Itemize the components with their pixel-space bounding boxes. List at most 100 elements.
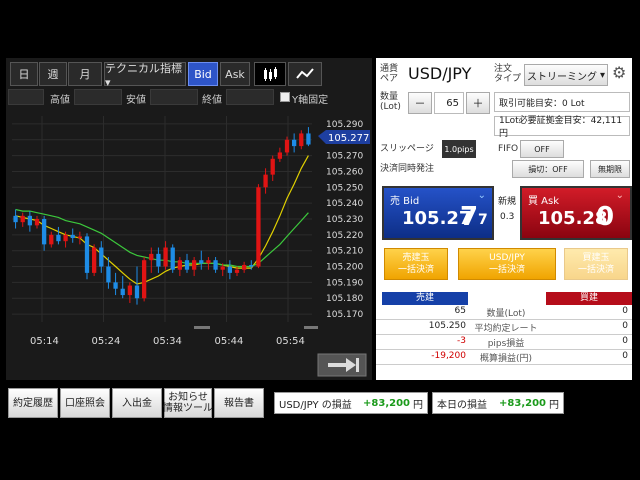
position-sell-value: 65 <box>454 306 466 316</box>
quantity-decrement-button[interactable]: － <box>408 92 432 114</box>
fifo-toggle[interactable]: OFF <box>520 140 564 158</box>
position-sell-value: -3 <box>457 336 466 346</box>
order-type-select[interactable]: ストリーミング ▾ <box>524 64 608 86</box>
candle <box>84 233 90 280</box>
quantity-increment-button[interactable]: ＋ <box>466 92 490 114</box>
position-buy-value: 0 <box>622 351 628 361</box>
next-page-button[interactable] <box>317 353 367 377</box>
pair-pl-unit: 円 <box>413 399 423 411</box>
candle-body <box>177 260 182 270</box>
candle-body <box>227 266 232 273</box>
candlestick-chart-button[interactable] <box>254 62 286 86</box>
settle-all-sell-button[interactable]: 売建玉 一括決済 <box>384 248 448 280</box>
open-value-box <box>8 89 44 105</box>
pair-pl-box: USD/JPY の損益 +83,200 円 <box>274 392 428 414</box>
candle-body <box>213 260 218 270</box>
pair-pl-value: +83,200 <box>363 397 410 409</box>
tab-deposit-withdraw[interactable]: 入出金 <box>112 388 162 418</box>
line-chart-button[interactable] <box>288 62 322 86</box>
position-row: -3 pips損益 0 <box>376 336 632 350</box>
settle-pair-line1: USD/JPY <box>489 253 525 263</box>
position-table: 65 数量(Lot) 0 105.250 平均約定レート 0 -3 pips損益 0 -19,20… <box>376 306 632 366</box>
position-buy-value: 0 <box>622 321 628 331</box>
scroll-indicator-right[interactable] <box>304 326 318 329</box>
candle-body <box>99 247 104 267</box>
tab-trade-history[interactable]: 約定履歴 <box>8 388 58 418</box>
expiry-toggle[interactable]: 無期限 <box>590 160 630 178</box>
slippage-value[interactable]: 1.0pips <box>442 140 476 158</box>
candle-body <box>63 234 68 242</box>
candle-body <box>120 288 125 296</box>
candle-body <box>20 215 25 223</box>
plot-background <box>8 110 370 380</box>
x-tick-label: 05:34 <box>153 336 182 347</box>
x-tick-label: 05:54 <box>276 336 305 347</box>
bid-toggle[interactable]: Bid <box>188 62 218 86</box>
candle-body <box>49 234 54 245</box>
position-header-buy: 買建 <box>546 292 632 305</box>
settle-sell-line2: 一括決済 <box>397 265 434 275</box>
candle-body <box>106 266 111 283</box>
x-tick-label: 05:44 <box>215 336 244 347</box>
y-tick-label: 105.240 <box>326 199 363 209</box>
x-tick-label: 05:14 <box>30 336 59 347</box>
period-day-button[interactable]: 日 <box>10 62 38 86</box>
ask-toggle[interactable]: Ask <box>220 62 250 86</box>
spread-value: 0.3 <box>500 212 515 222</box>
candle-body <box>70 234 75 239</box>
y-tick-label: 105.200 <box>326 263 363 273</box>
candle-body <box>170 247 175 270</box>
candle-body <box>13 215 18 223</box>
settle-all-buy-button[interactable]: 買建玉 一括決済 <box>564 248 628 280</box>
settle-all-pair-button[interactable]: USD/JPY 一括決済 <box>458 248 556 280</box>
candle-body <box>249 264 254 267</box>
stop-loss-toggle[interactable]: 損切：OFF <box>512 160 584 178</box>
quantity-input[interactable]: 65 <box>434 92 464 114</box>
scroll-indicator[interactable] <box>194 326 210 329</box>
period-week-button[interactable]: 週 <box>39 62 67 86</box>
y-tick-label: 105.290 <box>326 120 363 130</box>
settle-buy-line1: 買建玉 <box>582 253 610 263</box>
position-row: 65 数量(Lot) 0 <box>376 306 632 320</box>
candle-body <box>134 285 140 299</box>
tab-account-inquiry[interactable]: 口座照会 <box>60 388 110 418</box>
tab-news-tools[interactable]: お知らせ 情報ツール <box>163 388 213 418</box>
position-row-label: 数量(Lot) <box>486 309 526 319</box>
bid-price-fraction: 7 <box>478 212 488 228</box>
line-chart-icon <box>296 68 314 79</box>
candle <box>256 184 261 269</box>
candle-body <box>270 158 275 175</box>
candle-body <box>192 260 197 270</box>
y-tick-label: 105.190 <box>326 278 363 288</box>
currency-pair[interactable]: USD/JPY <box>408 64 471 83</box>
order-type-value: ストリーミング <box>526 71 597 83</box>
y-tick-label: 105.250 <box>326 183 363 193</box>
position-row: -19,200 概算損益(円) 0 <box>376 351 632 365</box>
buy-ask-button[interactable]: 買 Ask ⌄ 105.28 0 <box>520 186 632 240</box>
tab-reports[interactable]: 報告書 <box>214 388 264 418</box>
close-label: 終値 <box>202 95 222 106</box>
today-pl-value: +83,200 <box>499 397 546 409</box>
low-label: 安値 <box>126 95 146 106</box>
candle-body <box>220 266 225 270</box>
quantity-label: 数量 (Lot) <box>380 92 401 112</box>
sell-bid-button[interactable]: 売 Bid ⌄ 105.27 7 7 <box>382 186 494 240</box>
candle-body <box>256 187 261 267</box>
candle <box>92 244 97 277</box>
candle-body <box>77 236 82 239</box>
today-pl-label: 本日の損益 <box>437 399 487 411</box>
candle-body <box>92 247 97 273</box>
order-type-label: 注文 タイプ <box>494 64 522 84</box>
ohlc-row: 高値 安値 終値 Y軸固定 <box>8 88 370 106</box>
fifo-label: FIFO <box>498 144 519 154</box>
technical-indicator-dropdown[interactable]: テクニカル指標▾ <box>104 62 186 89</box>
position-buy-value: 0 <box>622 306 628 316</box>
y-axis-fix-checkbox[interactable] <box>280 92 290 102</box>
gear-icon[interactable]: ⚙ <box>612 64 630 82</box>
candle-body <box>113 282 118 289</box>
period-month-button[interactable]: 月 <box>68 62 102 86</box>
candle-body <box>149 253 154 261</box>
close-value-box <box>226 89 274 105</box>
price-chart[interactable]: 105.290105.280105.270105.260105.250105.2… <box>8 110 370 380</box>
settle-sell-line1: 売建玉 <box>402 253 430 263</box>
